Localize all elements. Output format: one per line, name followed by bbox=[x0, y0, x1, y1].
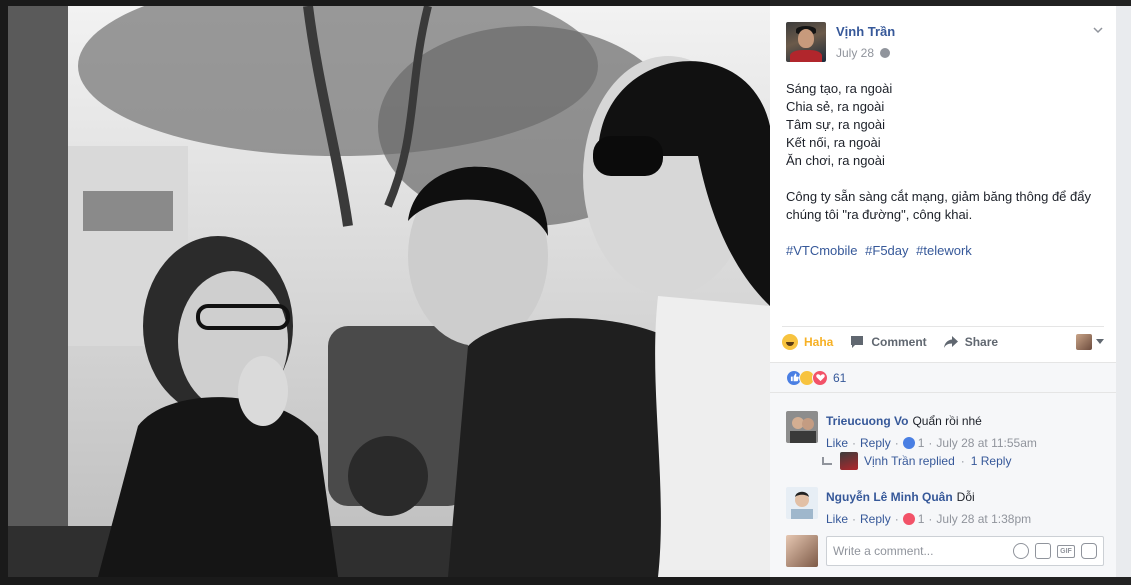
post-line: Kết nối, ra ngoài bbox=[786, 135, 881, 150]
reply-arrow-icon bbox=[822, 457, 832, 465]
comment-composer: Write a comment... GIF bbox=[786, 535, 1104, 567]
comment-input[interactable]: Write a comment... GIF bbox=[826, 536, 1104, 566]
reply-count-link[interactable]: 1 Reply bbox=[971, 454, 1012, 468]
photo-viewer bbox=[0, 0, 770, 585]
hashtags: #VTCmobile #F5day #telework bbox=[786, 242, 1100, 260]
comment-text: Dỗi bbox=[956, 490, 975, 504]
comment-like-link[interactable]: Like bbox=[826, 435, 848, 451]
separator: · bbox=[928, 436, 933, 450]
comment-placeholder: Write a comment... bbox=[833, 544, 934, 558]
emoji-icon[interactable] bbox=[1013, 543, 1029, 559]
comment-body: Nguyễn Lê Minh Quân Dỗi Like · Reply · 1 … bbox=[826, 489, 1104, 527]
globe-icon bbox=[880, 48, 891, 58]
commenter-name[interactable]: Nguyễn Lê Minh Quân bbox=[826, 490, 953, 504]
reactions-summary[interactable]: 61 bbox=[770, 363, 1116, 393]
separator: · bbox=[852, 512, 857, 526]
post-body: Sáng tạo, ra ngoài Chia sẻ, ra ngoài Tâm… bbox=[770, 68, 1116, 260]
post-lines: Sáng tạo, ra ngoài Chia sẻ, ra ngoài Tâm… bbox=[786, 80, 1100, 170]
comment-icon bbox=[849, 334, 865, 350]
comment-text: Quẩn rồi nhé bbox=[912, 414, 982, 428]
post-line: Tâm sự, ra ngoài bbox=[786, 117, 886, 132]
separator: · bbox=[960, 454, 965, 468]
gif-button[interactable]: GIF bbox=[1057, 544, 1075, 558]
comment-meta: Like · Reply · 1 · July 28 at 1:38pm bbox=[826, 511, 1104, 527]
post-actions-bar: Haha Comment Share bbox=[782, 326, 1104, 356]
separator: · bbox=[928, 512, 933, 526]
hashtag-link[interactable]: #telework bbox=[916, 243, 972, 258]
author-avatar[interactable] bbox=[786, 22, 826, 62]
hashtag-link[interactable]: #VTCmobile bbox=[786, 243, 858, 258]
comment-like-link[interactable]: Like bbox=[826, 511, 848, 527]
chevron-down-icon[interactable] bbox=[1092, 24, 1104, 36]
avatar-shirt bbox=[790, 50, 822, 62]
replier-avatar bbox=[840, 452, 858, 470]
comment-button[interactable]: Comment bbox=[849, 334, 927, 350]
separator: · bbox=[894, 512, 899, 526]
reply-summary[interactable]: Vịnh Trần replied · 1 Reply bbox=[822, 452, 1011, 470]
post-paragraph: Công ty sẵn sàng cắt mạng, giảm băng thô… bbox=[786, 189, 1091, 222]
replier-name[interactable]: Vịnh Trần bbox=[864, 454, 915, 468]
comment-reaction-count[interactable]: 1 bbox=[918, 435, 925, 451]
photo-illustration bbox=[8, 6, 770, 577]
sticker-icon[interactable] bbox=[1081, 543, 1097, 559]
haha-button[interactable]: Haha bbox=[782, 333, 834, 350]
separator: · bbox=[894, 436, 899, 450]
comment-reply-link[interactable]: Reply bbox=[860, 511, 891, 527]
comment-body: Trieucuong Vo Quẩn rồi nhé Like · Reply ·… bbox=[826, 413, 1104, 451]
hashtag-link[interactable]: #F5day bbox=[865, 243, 908, 258]
love-icon bbox=[812, 369, 828, 386]
post-line: Chia sẻ, ra ngoài bbox=[786, 99, 885, 114]
post-header: Vịnh Trần July 28 bbox=[770, 6, 1116, 68]
viewer-avatar bbox=[786, 535, 818, 567]
share-icon bbox=[943, 334, 959, 350]
post-meta: July 28 bbox=[836, 46, 891, 60]
like-icon bbox=[902, 437, 915, 449]
comment-meta: Like · Reply · 1 · July 28 at 11:55am bbox=[826, 435, 1104, 451]
separator: · bbox=[852, 436, 857, 450]
comment-time[interactable]: July 28 at 1:38pm bbox=[936, 511, 1031, 527]
comment-reply-link[interactable]: Reply bbox=[860, 435, 891, 451]
viewer-avatar bbox=[1076, 333, 1092, 350]
comment-label: Comment bbox=[871, 334, 927, 349]
commenter-avatar[interactable] bbox=[786, 487, 818, 519]
replied-label: replied bbox=[918, 454, 955, 468]
post-as-selector[interactable] bbox=[1076, 333, 1104, 350]
haha-icon bbox=[782, 333, 798, 350]
camera-icon[interactable] bbox=[1035, 543, 1051, 559]
post-photo[interactable] bbox=[8, 6, 770, 577]
share-label: Share bbox=[964, 334, 999, 349]
post-line: Ăn chơi, ra ngoài bbox=[786, 153, 885, 168]
post-line: Sáng tạo, ra ngoài bbox=[786, 81, 893, 96]
post-date[interactable]: July 28 bbox=[836, 46, 874, 60]
reaction-count[interactable]: 61 bbox=[833, 371, 846, 385]
author-name[interactable]: Vịnh Trần bbox=[836, 24, 895, 39]
page-scroll-area bbox=[1116, 6, 1131, 577]
haha-label: Haha bbox=[804, 334, 834, 349]
caret-down-icon bbox=[1096, 339, 1104, 344]
comment-reaction-count[interactable]: 1 bbox=[918, 511, 925, 527]
comment-time[interactable]: July 28 at 11:55am bbox=[936, 435, 1037, 451]
avatar-face bbox=[798, 29, 814, 48]
commenter-name[interactable]: Trieucuong Vo bbox=[826, 414, 908, 428]
share-button[interactable]: Share bbox=[943, 334, 998, 350]
post-side-panel: Vịnh Trần July 28 Sáng tạo, ra ngoài Chi… bbox=[770, 6, 1116, 577]
commenter-avatar[interactable] bbox=[786, 411, 818, 443]
love-icon bbox=[902, 513, 915, 525]
